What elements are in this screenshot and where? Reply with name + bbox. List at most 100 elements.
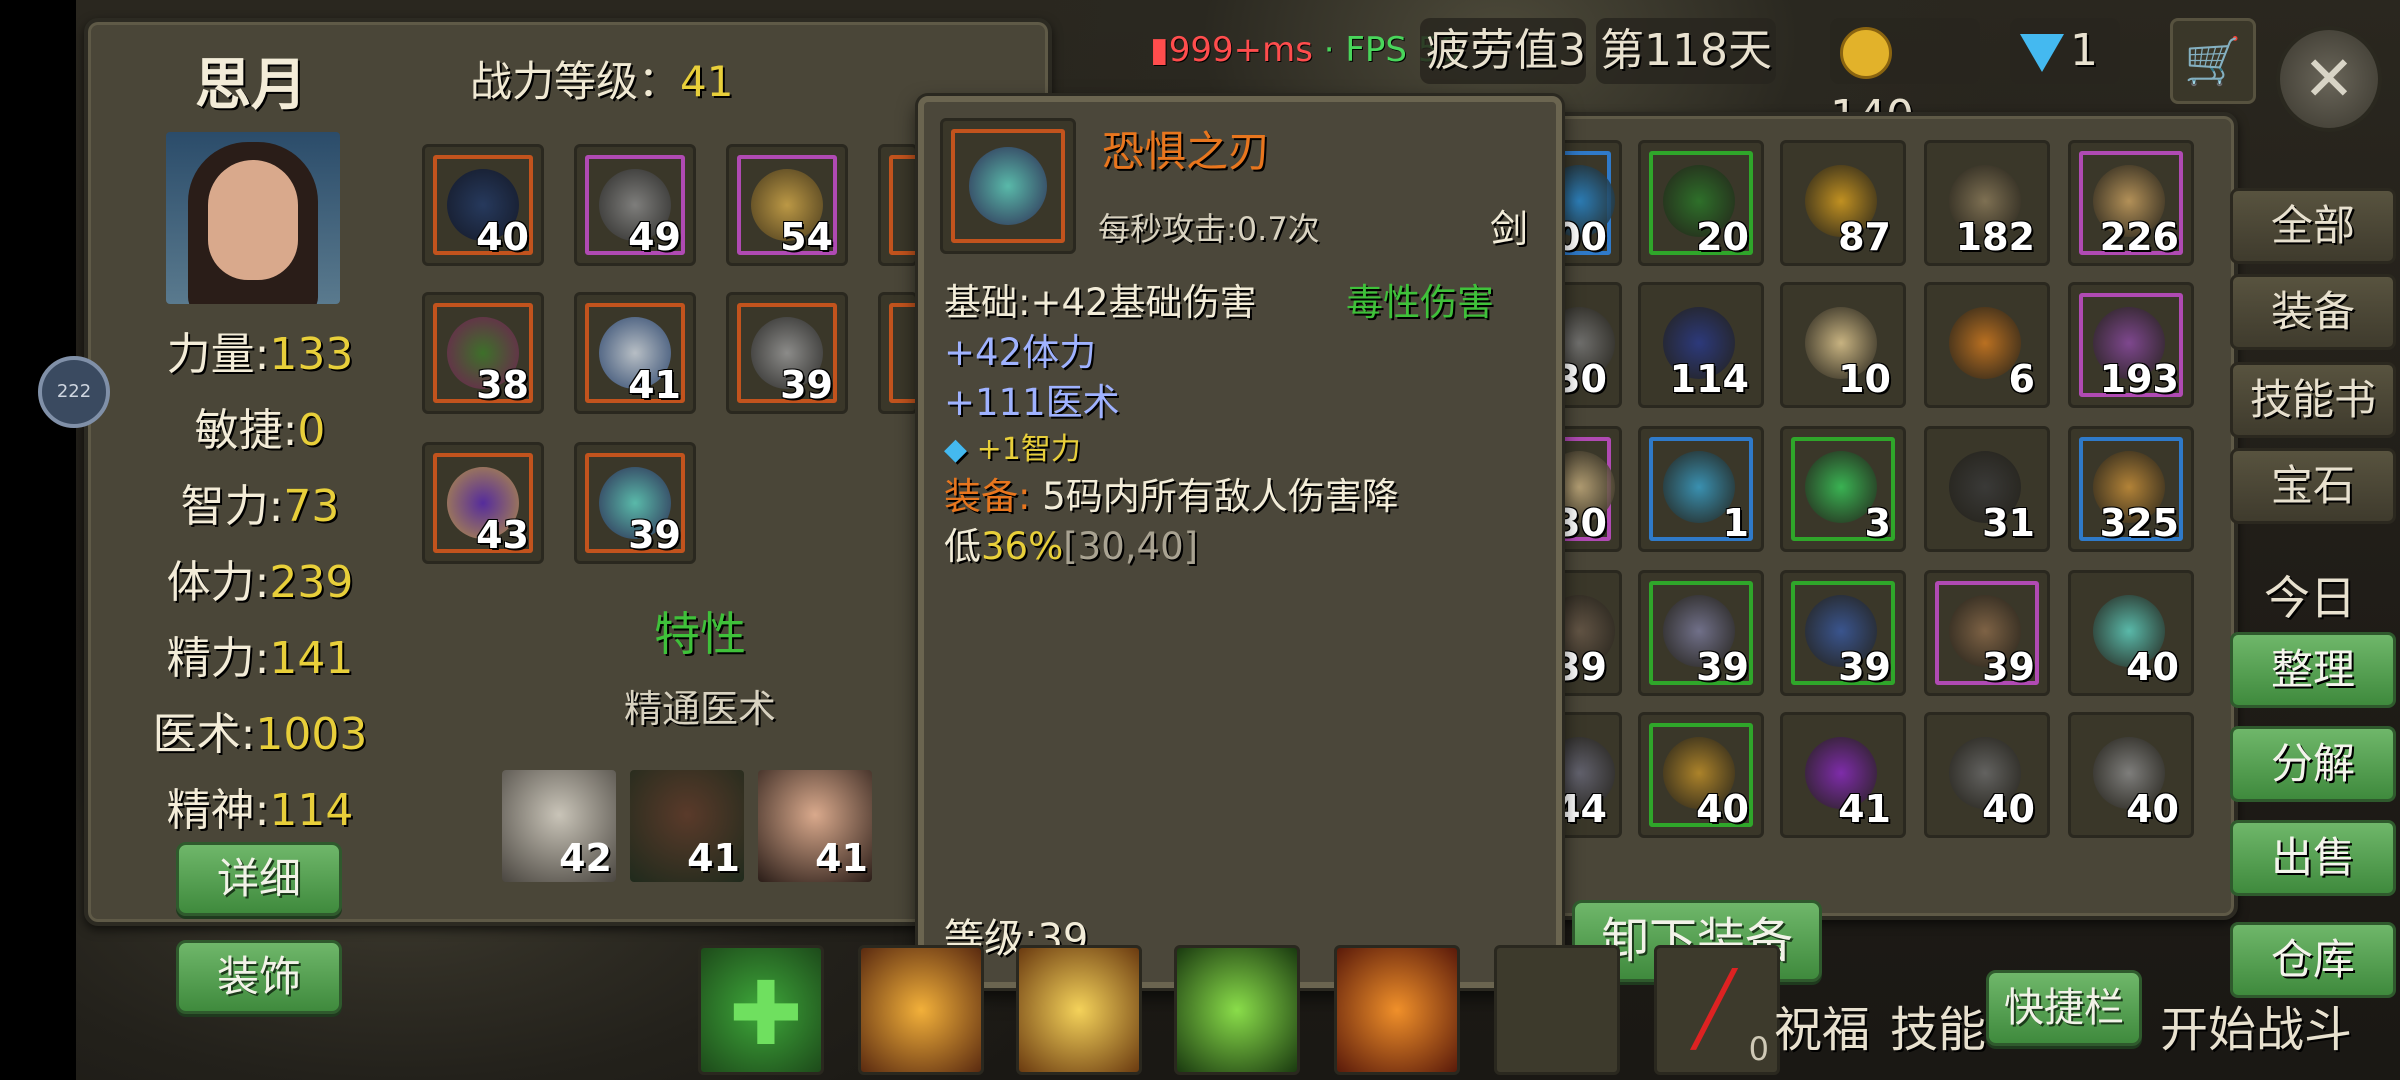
- sort-button[interactable]: 整理: [2230, 632, 2396, 708]
- item-name: 恐惧之刃: [1102, 127, 1271, 176]
- item-count: 40: [1982, 787, 2035, 831]
- filter-skillbook-button[interactable]: 技能书: [2230, 362, 2396, 438]
- item-count: 3: [1864, 501, 1891, 545]
- item-count: 39: [1838, 645, 1891, 689]
- gem-socket-icon: ◆: [944, 432, 968, 467]
- character-portrait: [166, 132, 340, 304]
- skill-slot-2[interactable]: [858, 945, 984, 1075]
- bless-label[interactable]: 祝福: [1774, 990, 1870, 1060]
- skill-slot-3[interactable]: [1016, 945, 1142, 1075]
- tooltip-item-icon: [940, 118, 1076, 254]
- potion-icon: ╱: [1693, 968, 1736, 1050]
- item-count: 40: [1696, 787, 1749, 831]
- equip-slot-chest[interactable]: 38: [422, 292, 544, 414]
- gem-display: 1: [2010, 18, 2120, 84]
- skill-label[interactable]: 技能: [1890, 990, 1986, 1060]
- inventory-slot[interactable]: 31: [1924, 426, 2050, 552]
- filter-all-button[interactable]: 全部: [2230, 188, 2396, 264]
- stat-spirit: 精神:114: [166, 785, 354, 836]
- skill-slot-5[interactable]: [1334, 945, 1460, 1075]
- inventory-slot[interactable]: 40: [1924, 712, 2050, 838]
- equip-slot-helmet[interactable]: 40: [422, 144, 544, 266]
- filter-gem-button[interactable]: 宝石: [2230, 448, 2396, 524]
- inventory-slot[interactable]: 6: [1924, 282, 2050, 408]
- item-count: 6: [2008, 357, 2035, 401]
- close-button[interactable]: ✕: [2276, 26, 2382, 132]
- equip-slot-weapon[interactable]: 39: [574, 442, 696, 564]
- item-count: 10: [1838, 357, 1891, 401]
- item-count: 1: [1722, 501, 1749, 545]
- skill-slot-heal[interactable]: ✚: [698, 945, 824, 1075]
- sell-button[interactable]: 出售: [2230, 820, 2396, 896]
- side-badge[interactable]: 222: [38, 356, 110, 428]
- coin-icon: [1840, 27, 1892, 79]
- inventory-slot[interactable]: 193: [2068, 282, 2194, 408]
- item-count: 44: [1554, 787, 1607, 831]
- inventory-slot[interactable]: 40: [2068, 570, 2194, 696]
- inventory-slot[interactable]: 114: [1638, 282, 1764, 408]
- inventory-slot[interactable]: 41: [1780, 712, 1906, 838]
- stat-intelligence: 智力:73: [180, 481, 340, 532]
- detail-button[interactable]: 详细: [176, 842, 342, 916]
- inventory-slot[interactable]: 10: [1780, 282, 1906, 408]
- potion-slot[interactable]: ╱ 0: [1654, 945, 1780, 1075]
- inventory-slot[interactable]: 325: [2068, 426, 2194, 552]
- coin-display: 140: [1830, 18, 1980, 142]
- equip-slot-necklace[interactable]: 54: [726, 144, 848, 266]
- filter-equipment-button[interactable]: 装备: [2230, 274, 2396, 350]
- equip-slot-ring[interactable]: 43: [422, 442, 544, 564]
- ping-text: 999+ms: [1168, 30, 1313, 70]
- stat-stamina: 体力:239: [166, 557, 354, 608]
- trait-title: 特性: [654, 607, 746, 661]
- today-label: 今日: [2264, 571, 2356, 625]
- fatigue-display: 疲劳值3: [1420, 18, 1586, 84]
- cart-icon: 🛒: [2184, 34, 2242, 88]
- stat-agility: 敏捷:0: [194, 405, 326, 456]
- equip-slot-boots[interactable]: 39: [726, 292, 848, 414]
- item-count: 30: [1554, 501, 1607, 545]
- item-gem-bonus: ◆ +1智力: [944, 432, 1081, 467]
- inventory-slot[interactable]: 20: [1638, 140, 1764, 266]
- inventory-slot[interactable]: 39: [1638, 570, 1764, 696]
- item-count: 182: [1955, 215, 2035, 259]
- party-member-2[interactable]: 41: [630, 770, 744, 882]
- shop-cart-button[interactable]: 🛒: [2170, 18, 2256, 104]
- equip-slot-shoulder[interactable]: 49: [574, 144, 696, 266]
- inventory-slot[interactable]: 87: [1780, 140, 1906, 266]
- signal-icon: ▮: [1150, 30, 1169, 70]
- equip-slot-partial-2[interactable]: [878, 292, 919, 414]
- item-count: 41: [1838, 787, 1891, 831]
- item-bonus-stamina: +42体力: [944, 331, 1097, 374]
- inventory-slot[interactable]: 39: [1780, 570, 1906, 696]
- item-count: 31: [1982, 501, 2035, 545]
- item-count: 40: [2126, 645, 2179, 689]
- power-level: 战力等级：41: [470, 57, 734, 106]
- skill-slot-empty[interactable]: [1494, 945, 1620, 1075]
- inventory-slot[interactable]: 1: [1638, 426, 1764, 552]
- equip-slot-partial[interactable]: [878, 144, 919, 266]
- party-member-3[interactable]: 41: [758, 770, 872, 882]
- dismantle-button[interactable]: 分解: [2230, 726, 2396, 802]
- item-equip-effect-2: 低36%[30,40]: [944, 525, 1199, 568]
- diamond-icon: [2020, 34, 2064, 72]
- inventory-slot[interactable]: 182: [1924, 140, 2050, 266]
- character-name: 思月: [195, 53, 307, 118]
- warehouse-button[interactable]: 仓库: [2230, 922, 2396, 998]
- skill-slot-4[interactable]: [1174, 945, 1300, 1075]
- item-count: 325: [2099, 501, 2179, 545]
- item-count: 20: [1696, 215, 1749, 259]
- plus-icon: ✚: [729, 962, 803, 1065]
- equip-slot-legs[interactable]: 41: [574, 292, 696, 414]
- start-battle-button[interactable]: 开始战斗: [2160, 990, 2352, 1060]
- party-member-1[interactable]: 42: [502, 770, 616, 882]
- item-damage-type: 毒性伤害: [1346, 281, 1494, 324]
- inventory-slot[interactable]: 39: [1924, 570, 2050, 696]
- close-icon: ✕: [2303, 42, 2355, 115]
- item-base-damage: 基础:+42基础伤害: [944, 281, 1257, 324]
- inventory-slot[interactable]: 226: [2068, 140, 2194, 266]
- quickbar-button[interactable]: 快捷栏: [1986, 970, 2142, 1046]
- decor-button[interactable]: 装饰: [176, 940, 342, 1014]
- inventory-slot[interactable]: 40: [1638, 712, 1764, 838]
- inventory-slot[interactable]: 40: [2068, 712, 2194, 838]
- inventory-slot[interactable]: 3: [1780, 426, 1906, 552]
